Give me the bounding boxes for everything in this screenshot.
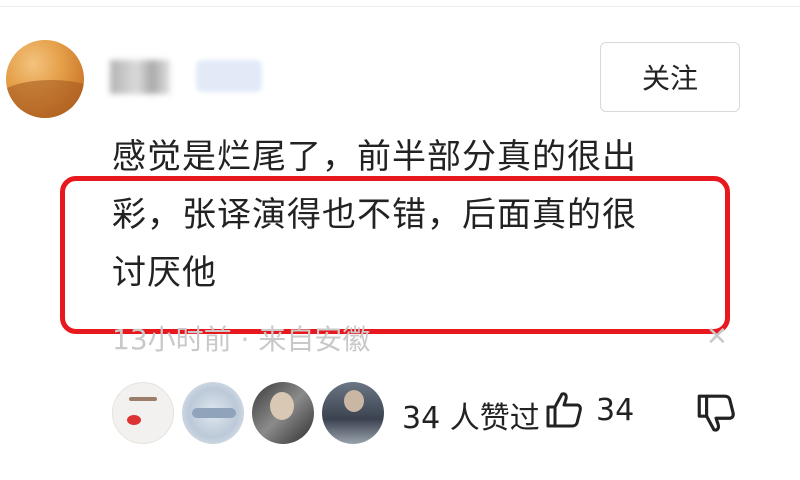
commenter-badge-blurred xyxy=(196,60,262,92)
commenter-name-blurred xyxy=(110,60,170,94)
liker-avatar[interactable] xyxy=(322,382,384,444)
liked-by-count[interactable]: 34 人赞过 xyxy=(402,393,540,437)
like-count: 34 xyxy=(596,393,635,428)
liker-avatar[interactable] xyxy=(252,382,314,444)
highlight-annotation-box xyxy=(60,176,730,334)
thumbs-up-icon[interactable] xyxy=(544,390,584,430)
comment-meta: 13小时前 · 来自安徽 xyxy=(112,323,371,356)
commenter-avatar[interactable] xyxy=(6,40,84,118)
top-divider xyxy=(0,6,800,7)
follow-button[interactable]: 关注 xyxy=(600,42,740,112)
liker-avatar[interactable] xyxy=(182,382,244,444)
thumbs-down-icon[interactable] xyxy=(694,392,736,434)
liker-avatar[interactable] xyxy=(112,382,174,444)
close-icon[interactable]: ✕ xyxy=(706,324,728,350)
